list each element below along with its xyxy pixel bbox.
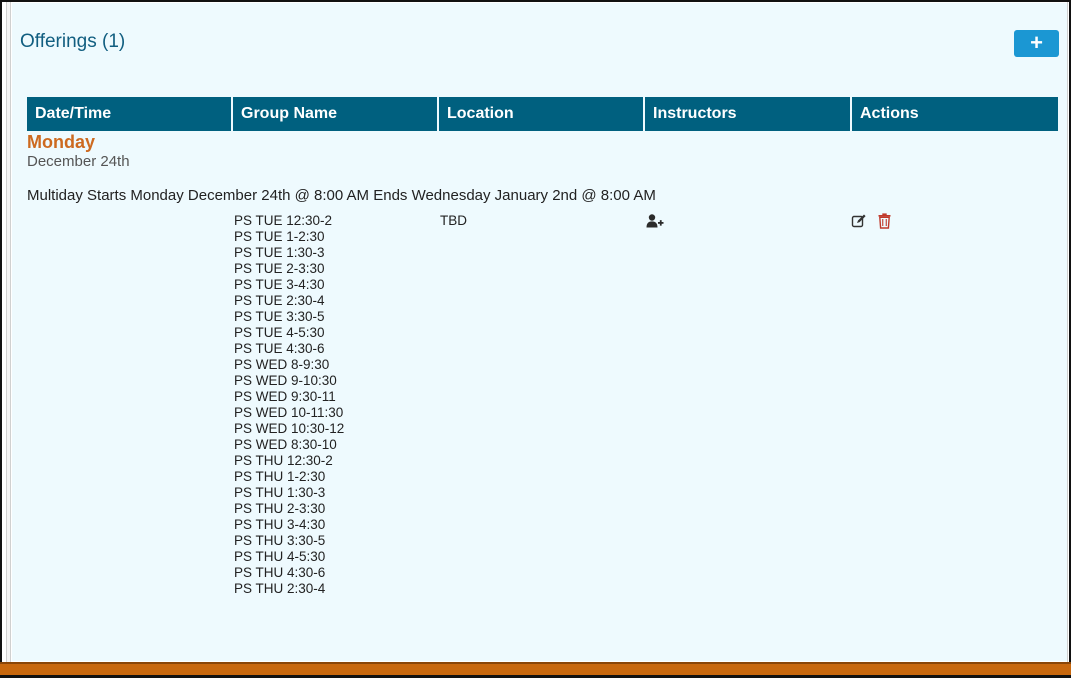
column-header-date-time: Date/Time bbox=[27, 97, 233, 131]
offering-day: Monday bbox=[27, 132, 96, 152]
group-name-item: PS TUE 3:30-5 bbox=[234, 309, 325, 324]
trash-icon[interactable] bbox=[878, 213, 891, 229]
group-name-item: PS WED 10-11:30 bbox=[234, 405, 344, 420]
group-name-item: PS TUE 3-4:30 bbox=[234, 277, 325, 292]
right-divider bbox=[1067, 2, 1068, 662]
edit-icon[interactable] bbox=[851, 213, 867, 229]
footer-bar bbox=[0, 662, 1071, 678]
group-name-item: PS TUE 12:30-2 bbox=[234, 213, 333, 228]
user-plus-icon[interactable] bbox=[646, 213, 664, 229]
group-name-item: PS WED 9-10:30 bbox=[234, 373, 337, 388]
page-title: Offerings (1) bbox=[20, 31, 126, 52]
group-name-item: PS TUE 2:30-4 bbox=[234, 293, 325, 308]
group-name-item: PS THU 12:30-2 bbox=[234, 453, 333, 468]
add-offering-button[interactable]: + bbox=[1014, 30, 1059, 57]
group-name-item: PS THU 4-5:30 bbox=[234, 549, 326, 564]
column-header-instructors: Instructors bbox=[645, 97, 852, 131]
table-header: Date/Time Group Name Location Instructor… bbox=[27, 97, 1058, 131]
group-name-item: PS WED 9:30-11 bbox=[234, 389, 336, 404]
group-name-item: PS WED 8-9:30 bbox=[234, 357, 330, 372]
group-name-item: PS WED 10:30-12 bbox=[234, 421, 345, 436]
group-name-item: PS TUE 1:30-3 bbox=[234, 245, 325, 260]
offering-date: December 24th bbox=[27, 153, 130, 170]
column-header-actions: Actions bbox=[860, 105, 919, 122]
group-name-item: PS THU 2:30-4 bbox=[234, 581, 326, 596]
column-header-location: Location bbox=[439, 97, 645, 131]
offering-location: TBD bbox=[440, 213, 467, 228]
group-name-item: PS TUE 4:30-6 bbox=[234, 341, 325, 356]
group-name-item: PS THU 1:30-3 bbox=[234, 485, 326, 500]
group-name-item: PS THU 1-2:30 bbox=[234, 469, 326, 484]
column-header-group-name: Group Name bbox=[233, 97, 439, 131]
group-name-item: PS THU 3:30-5 bbox=[234, 533, 326, 548]
group-name-item: PS TUE 1-2:30 bbox=[234, 229, 325, 244]
group-name-list: PS TUE 12:30-2 PS TUE 1-2:30 PS TUE 1:30… bbox=[234, 213, 344, 597]
group-name-item: PS TUE 2-3:30 bbox=[234, 261, 325, 276]
multiday-summary: Multiday Starts Monday December 24th @ 8… bbox=[27, 187, 656, 204]
group-name-item: PS THU 2-3:30 bbox=[234, 501, 326, 516]
group-name-item: PS THU 3-4:30 bbox=[234, 517, 326, 532]
group-name-item: PS WED 8:30-10 bbox=[234, 437, 337, 452]
group-name-item: PS TUE 4-5:30 bbox=[234, 325, 325, 340]
left-divider bbox=[6, 2, 11, 662]
group-name-item: PS THU 4:30-6 bbox=[234, 565, 326, 580]
